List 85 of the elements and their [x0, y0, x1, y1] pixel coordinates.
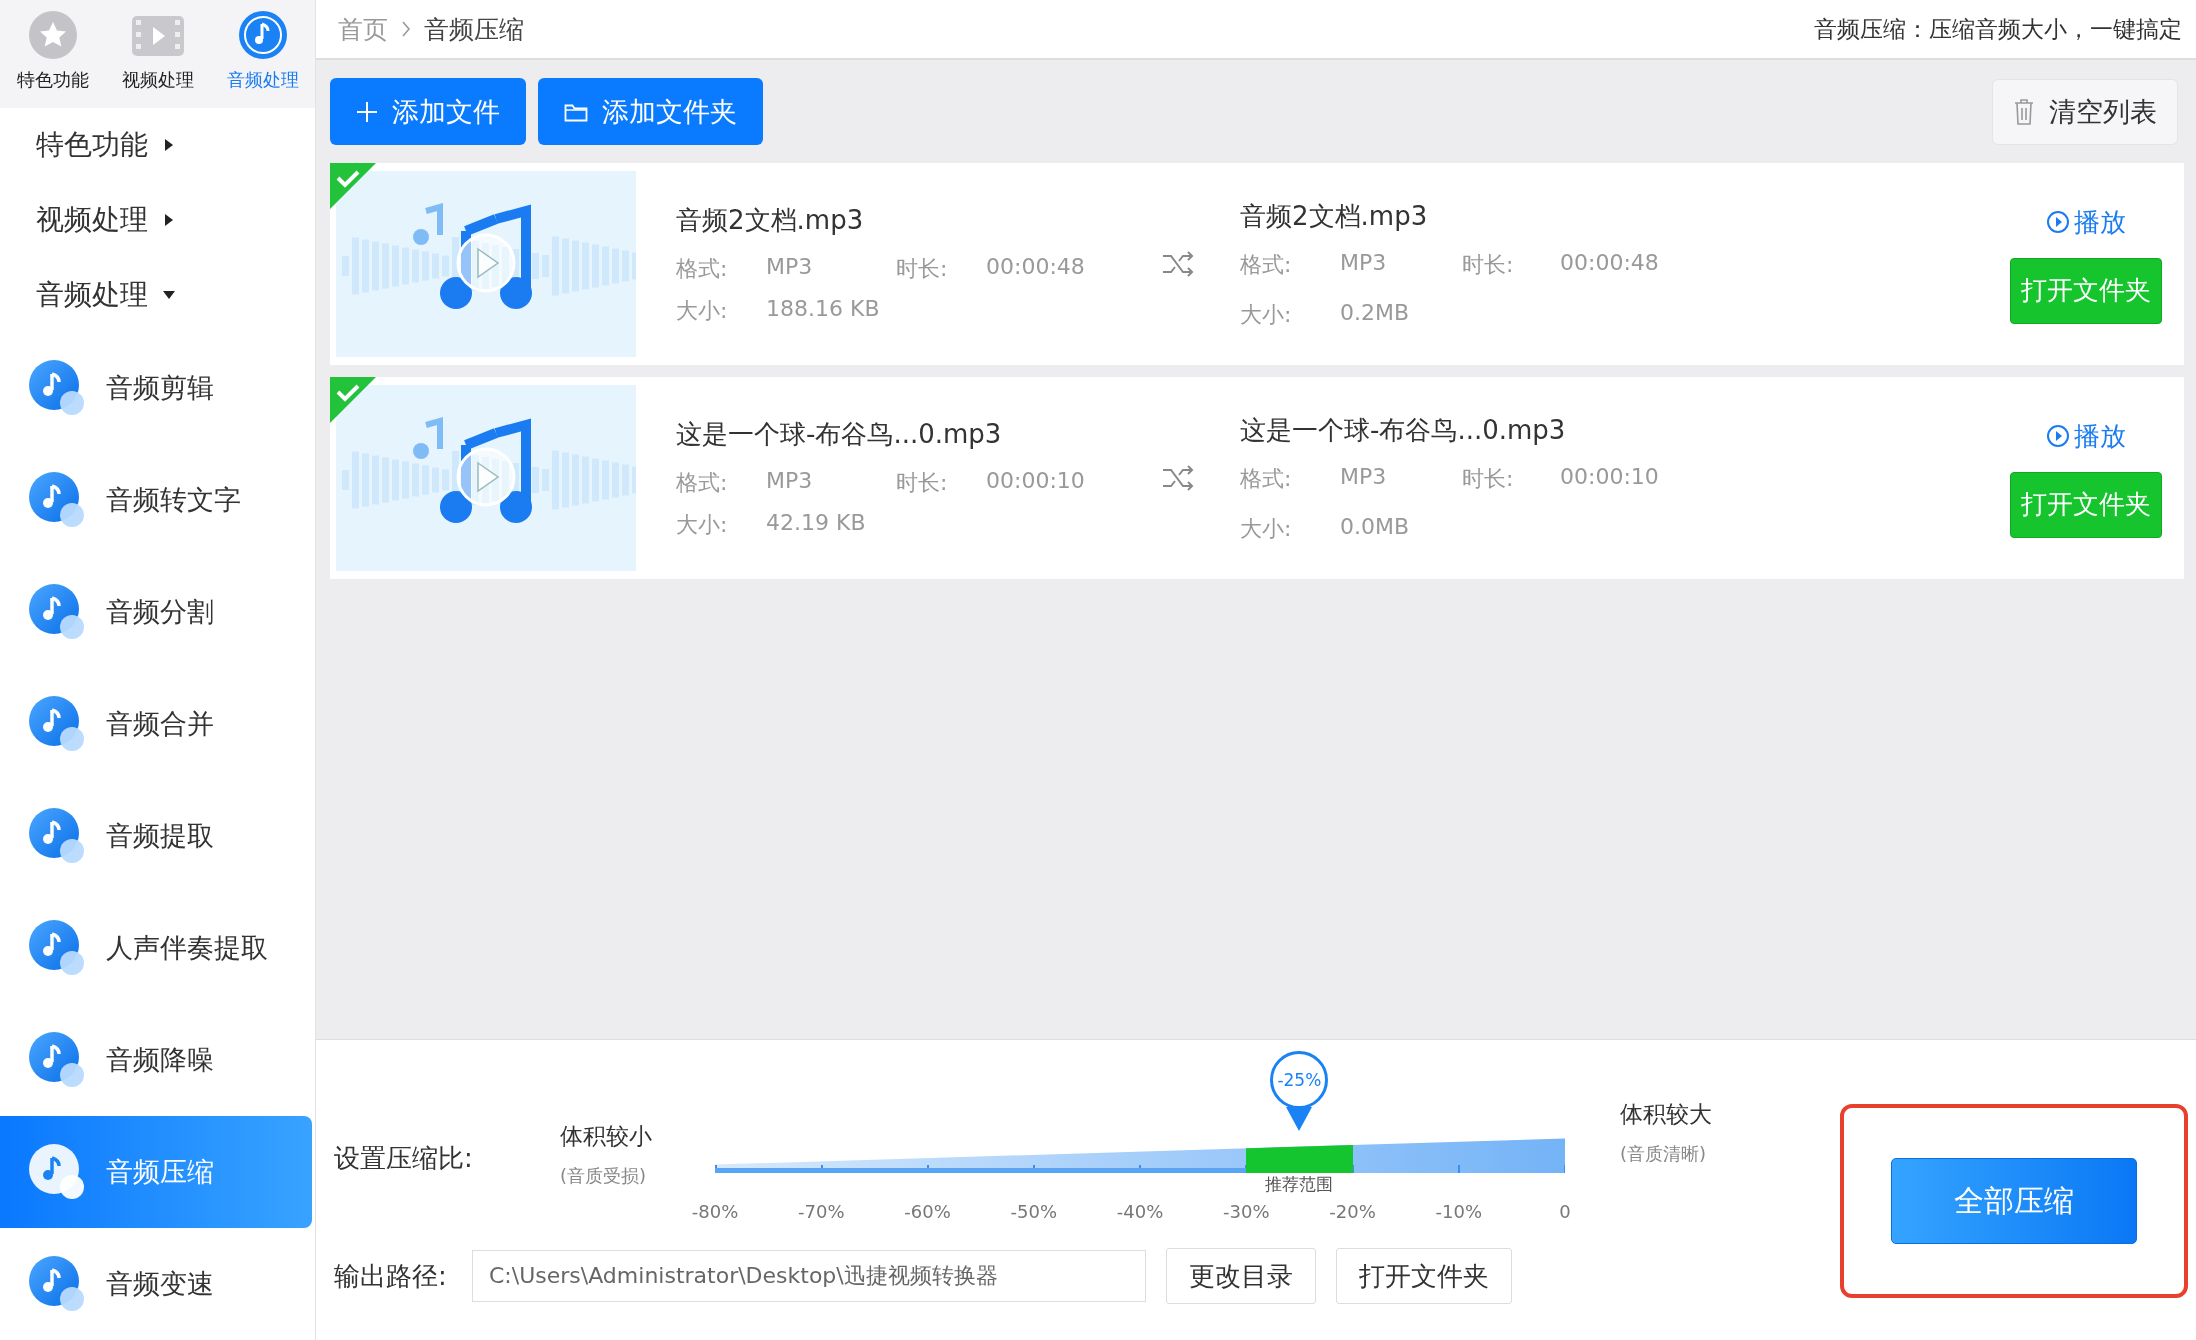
scale-end-note: (音质清晰) — [1620, 1142, 1708, 1166]
field-label: 大小: — [1240, 514, 1293, 543]
menu-item[interactable]: 音频降噪 — [0, 1004, 312, 1117]
play-link[interactable]: 播放 — [2046, 204, 2126, 240]
menu-section[interactable]: 特色功能 — [0, 108, 315, 183]
scale-end-note: (音质受损) — [560, 1164, 648, 1188]
shuffle-icon — [1161, 463, 1195, 493]
field-label: 大小: — [676, 296, 729, 325]
music-note-icon — [237, 10, 288, 61]
menu-section[interactable]: 视频处理 — [0, 182, 315, 258]
add-file-button[interactable]: 添加文件 — [330, 78, 526, 145]
tick-label: -80% — [691, 1201, 739, 1222]
field-label: 格式: — [1240, 250, 1293, 279]
tick-label: -20% — [1329, 1201, 1376, 1222]
range-caption: 推荐范围 — [1265, 1173, 1334, 1196]
tagline: 音频压缩：压缩音频大小，一键搞定 — [1814, 14, 2182, 44]
field-value: 0.2MB — [1340, 299, 1411, 327]
play-link[interactable]: 播放 — [2046, 418, 2126, 454]
music-disc-icon — [28, 695, 86, 754]
tick-label: -60% — [904, 1201, 951, 1222]
category-tab[interactable]: 特色功能 — [0, 0, 105, 109]
menu-item[interactable]: 音频合并 — [0, 668, 312, 781]
chevron-right-icon — [400, 19, 412, 39]
field-value: 00:00:48 — [1560, 249, 1660, 277]
tick-label: -50% — [1010, 1201, 1057, 1222]
field-value: 0.0MB — [1340, 513, 1411, 541]
path-button[interactable]: 更改目录 — [1166, 1248, 1316, 1304]
tick-label: 0 — [1559, 1201, 1571, 1222]
trash-icon — [2013, 97, 2035, 126]
music-disc-icon — [28, 1031, 86, 1090]
file-name: 这是一个球-布谷鸟...0.mp3 — [676, 417, 1003, 451]
tick-label: -70% — [798, 1201, 845, 1222]
field-value: MP3 — [1340, 249, 1388, 277]
field-label: 时长: — [896, 468, 949, 497]
compression-label: 设置压缩比: — [334, 1142, 474, 1175]
music-disc-icon — [28, 359, 86, 418]
play-icon — [2046, 210, 2070, 234]
menu-item[interactable]: 音频分割 — [0, 556, 312, 669]
scale-end-label: 体积较小 — [560, 1122, 653, 1151]
plus-icon — [356, 100, 378, 123]
category-tab[interactable]: 视频处理 — [105, 0, 210, 109]
menu-item[interactable]: 人声伴奏提取 — [0, 892, 312, 1005]
music-disc-icon — [28, 1143, 86, 1202]
field-label: 格式: — [676, 254, 729, 283]
field-value: 00:00:10 — [1560, 463, 1660, 491]
menu-item[interactable]: 音频变速 — [0, 1228, 312, 1340]
add-folder-button[interactable]: 添加文件夹 — [538, 78, 763, 145]
field-value: MP3 — [766, 253, 814, 281]
field-value: 00:00:10 — [986, 467, 1086, 495]
menu-item[interactable]: 音频转文字 — [0, 444, 312, 557]
path-button[interactable]: 打开文件夹 — [1336, 1248, 1512, 1304]
field-value: 00:00:48 — [986, 253, 1086, 281]
field-label: 大小: — [676, 510, 729, 539]
field-label: 时长: — [1462, 464, 1515, 493]
music-disc-icon — [28, 1255, 86, 1314]
menu-item[interactable]: 音频提取 — [0, 780, 312, 893]
field-label: 格式: — [676, 468, 729, 497]
music-disc-icon — [28, 471, 86, 530]
tick-label: -10% — [1435, 1201, 1482, 1222]
field-label: 时长: — [1462, 250, 1515, 279]
menu-section[interactable]: 音频处理 — [0, 257, 315, 333]
output-path-label: 输出路径: — [334, 1259, 448, 1293]
field-value: MP3 — [766, 467, 814, 495]
menu-item[interactable]: 音频剪辑 — [0, 332, 312, 445]
field-value: MP3 — [1340, 463, 1388, 491]
field-value: 188.16 KB — [766, 295, 881, 323]
output-path-field[interactable]: C:\Users\Administrator\Desktop\迅捷视频转换器 — [472, 1250, 1146, 1302]
field-value: 42.19 KB — [766, 509, 867, 537]
music-disc-icon — [28, 807, 86, 866]
file-name: 这是一个球-布谷鸟...0.mp3 — [1240, 413, 1567, 447]
field-label: 时长: — [896, 254, 949, 283]
shuffle-icon — [1161, 249, 1195, 279]
music-disc-icon — [28, 919, 86, 978]
breadcrumb-link[interactable]: 音频压缩 — [424, 12, 524, 46]
music-disc-icon — [28, 583, 86, 642]
file-name: 音频2文档.mp3 — [1240, 199, 1429, 233]
field-label: 格式: — [1240, 464, 1293, 493]
field-label: 大小: — [1240, 300, 1293, 329]
file-name: 音频2文档.mp3 — [676, 203, 865, 237]
category-tab[interactable]: 音频处理 — [210, 0, 315, 109]
tick-label: -30% — [1223, 1201, 1270, 1222]
play-icon — [2046, 424, 2070, 448]
tick-label: -40% — [1116, 1201, 1164, 1222]
clear-list-button[interactable]: 清空列表 — [1992, 78, 2178, 145]
scale-end-label: 体积较大 — [1620, 1100, 1712, 1129]
